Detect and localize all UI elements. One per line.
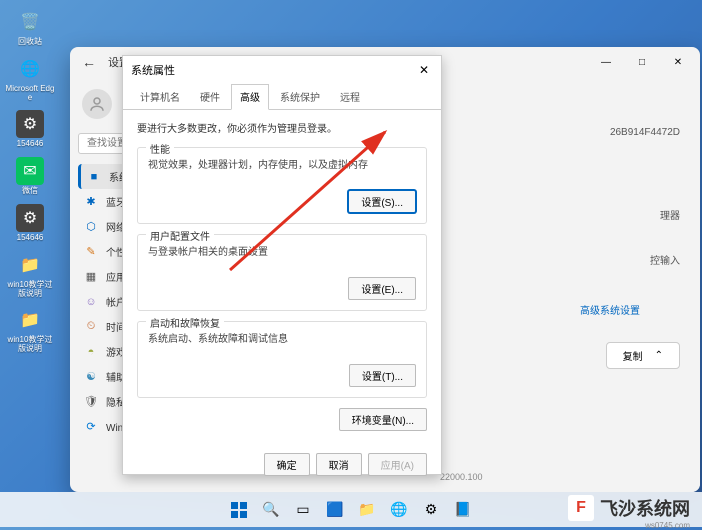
- chevron-up-icon: ⌃: [655, 350, 663, 361]
- user-avatar-icon: [82, 89, 112, 119]
- apply-button[interactable]: 应用(A): [368, 453, 427, 476]
- explorer-icon[interactable]: 📁: [354, 497, 380, 523]
- widgets-icon[interactable]: 🟦: [322, 497, 348, 523]
- update-icon: ⟳: [84, 420, 98, 434]
- desktop-icons: 🗑️ 回收站 🌐 Microsoft Edge ⚙ 154646 ✉ 微信 ⚙ …: [0, 0, 60, 370]
- dialog-title: 系统属性: [131, 62, 175, 78]
- performance-group: 性能 视觉效果，处理器计划，内存使用，以及虚拟内存 设置(S)...: [137, 147, 427, 224]
- back-button[interactable]: ←: [82, 54, 96, 70]
- edge-taskbar-icon[interactable]: 🌐: [386, 497, 412, 523]
- ok-button[interactable]: 确定: [264, 453, 310, 476]
- icon-label: win10教学过版说明: [5, 281, 55, 299]
- icon-label: 154646: [17, 234, 44, 243]
- build-number: 22000.100: [440, 472, 483, 482]
- copy-button[interactable]: 复制 ⌃: [606, 342, 680, 369]
- shield-icon: 🛡: [84, 395, 98, 409]
- device-id-snippet: 26B914F4472D: [610, 127, 680, 138]
- group-desc: 系统启动、系统故障和调试信息: [148, 330, 416, 354]
- cancel-button[interactable]: 取消: [316, 453, 362, 476]
- task-view-icon[interactable]: ▭: [290, 497, 316, 523]
- apps-icon: ▦: [84, 270, 98, 284]
- game-icon: ◓: [84, 345, 98, 359]
- group-title: 性能: [146, 141, 174, 156]
- accessibility-icon: ☯: [84, 370, 98, 384]
- close-button[interactable]: ✕: [664, 52, 692, 72]
- start-button[interactable]: [226, 497, 252, 523]
- folder-shortcut-2[interactable]: 📁 win10教学过版说明: [4, 306, 56, 354]
- taskbar-search-icon[interactable]: 🔍: [258, 497, 284, 523]
- minimize-button[interactable]: —: [592, 52, 620, 72]
- dialog-content: 要进行大多数更改，你必须作为管理员登录。 性能 视觉效果，处理器计划，内存使用，…: [123, 110, 441, 453]
- startup-recovery-group: 启动和故障恢复 系统启动、系统故障和调试信息 设置(T)...: [137, 321, 427, 398]
- group-desc: 与登录帐户相关的桌面设置: [148, 243, 416, 267]
- settings-shortcut[interactable]: ⚙ 154646: [4, 110, 56, 149]
- folder-icon: 📁: [16, 306, 44, 334]
- pen-snippet: 控输入: [650, 252, 680, 267]
- bluetooth-icon: ✱: [84, 195, 98, 209]
- window-controls: — □ ✕: [592, 52, 692, 72]
- group-title: 用户配置文件: [146, 228, 214, 243]
- dialog-buttons: 确定 取消 应用(A): [123, 453, 441, 486]
- dialog-tabs: 计算机名 硬件 高级 系统保护 远程: [123, 84, 441, 110]
- clock-icon: ⏲: [84, 320, 98, 334]
- trash-icon: 🗑️: [16, 8, 44, 36]
- group-title: 启动和故障恢复: [146, 315, 224, 330]
- brush-icon: ✎: [84, 245, 98, 259]
- icon-label: 154646: [17, 140, 44, 149]
- tab-advanced[interactable]: 高级: [231, 84, 269, 110]
- user-profiles-group: 用户配置文件 与登录帐户相关的桌面设置 设置(E)...: [137, 234, 427, 311]
- tab-remote[interactable]: 远程: [331, 84, 369, 109]
- gear-icon: ⚙: [16, 110, 44, 138]
- dialog-close-button[interactable]: ✕: [415, 63, 433, 77]
- wechat-shortcut[interactable]: ✉ 微信: [4, 157, 56, 196]
- watermark: F 飞沙系统网 ws0745.com: [568, 495, 690, 521]
- icon-label: win10教学过版说明: [5, 336, 55, 354]
- performance-settings-button[interactable]: 设置(S)...: [348, 190, 416, 213]
- folder-shortcut-1[interactable]: 📁 win10教学过版说明: [4, 251, 56, 299]
- dialog-titlebar[interactable]: 系统属性 ✕: [123, 56, 441, 84]
- generic-shortcut[interactable]: ⚙ 154646: [4, 204, 56, 243]
- network-icon: ⬡: [84, 220, 98, 234]
- edge-icon: 🌐: [16, 55, 44, 83]
- environment-variables-button[interactable]: 环境变量(N)...: [339, 408, 427, 431]
- watermark-url: ws0745.com: [645, 521, 690, 530]
- tab-computer-name[interactable]: 计算机名: [131, 84, 189, 109]
- tab-system-protection[interactable]: 系统保护: [271, 84, 329, 109]
- system-properties-dialog: 系统属性 ✕ 计算机名 硬件 高级 系统保护 远程 要进行大多数更改，你必须作为…: [122, 55, 442, 475]
- pinned-app-icon[interactable]: 📘: [450, 497, 476, 523]
- group-desc: 视觉效果，处理器计划，内存使用，以及虚拟内存: [148, 156, 416, 180]
- icon-label: 微信: [22, 187, 38, 196]
- settings-taskbar-icon[interactable]: ⚙: [418, 497, 444, 523]
- gear-icon: ⚙: [16, 204, 44, 232]
- folder-icon: 📁: [16, 251, 44, 279]
- copy-label: 复制: [623, 348, 643, 363]
- system-icon: ■: [87, 170, 101, 184]
- watermark-brand: 飞沙系统网: [600, 495, 690, 521]
- recycle-bin-icon[interactable]: 🗑️ 回收站: [4, 8, 56, 47]
- tab-hardware[interactable]: 硬件: [191, 84, 229, 109]
- admin-note: 要进行大多数更改，你必须作为管理员登录。: [137, 120, 427, 135]
- advanced-system-settings-link[interactable]: 高级系统设置: [580, 302, 640, 317]
- processor-snippet: 理器: [660, 207, 680, 222]
- startup-recovery-settings-button[interactable]: 设置(T)...: [349, 364, 416, 387]
- person-icon: ☺: [84, 295, 98, 309]
- maximize-button[interactable]: □: [628, 52, 656, 72]
- edge-shortcut[interactable]: 🌐 Microsoft Edge: [4, 55, 56, 103]
- wechat-icon: ✉: [16, 157, 44, 185]
- watermark-logo: F: [568, 495, 594, 521]
- user-profiles-settings-button[interactable]: 设置(E)...: [348, 277, 416, 300]
- icon-label: 回收站: [18, 38, 42, 47]
- icon-label: Microsoft Edge: [5, 85, 55, 103]
